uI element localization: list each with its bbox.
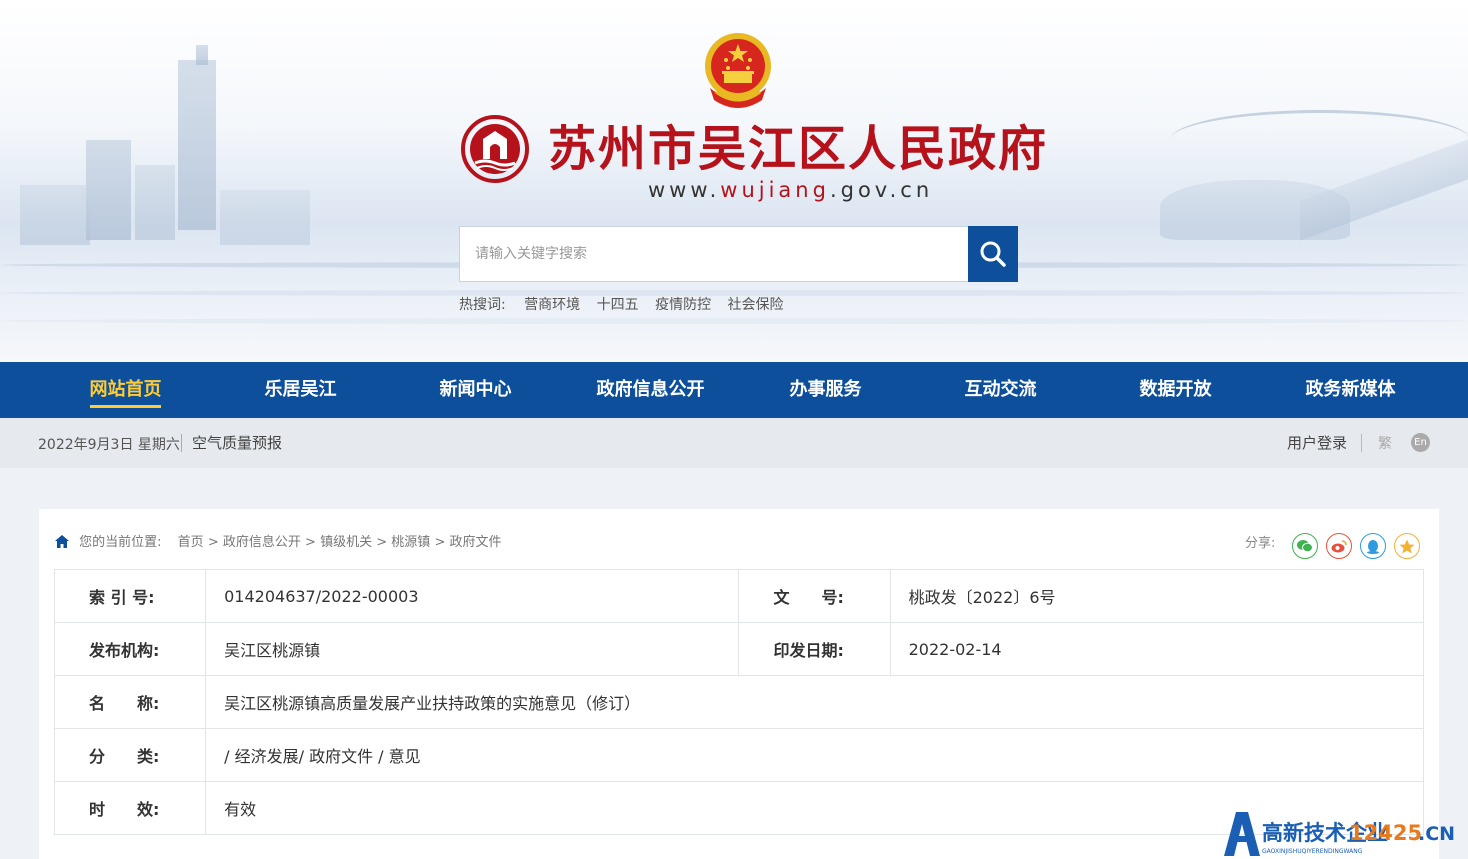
- user-login-link[interactable]: 用户登录: [1287, 432, 1347, 453]
- skyline-building: [196, 45, 208, 65]
- skyline-building: [220, 190, 310, 245]
- info-bar: 2022年9月3日 星期六 空气质量预报 用户登录 繁 En: [0, 418, 1468, 468]
- breadcrumb-link[interactable]: 桃源镇: [391, 535, 430, 550]
- meta-key: 时 效:: [53, 781, 207, 835]
- hot-word-link[interactable]: 社会保险: [728, 297, 784, 313]
- table-row: 时 效: 有效: [53, 781, 1424, 835]
- share-icons: [1292, 533, 1428, 559]
- hot-search: 热搜词: 营商环境 十四五 疫情防控 社会保险: [459, 294, 796, 314]
- nav-item-new-media[interactable]: 政务新媒体: [1263, 362, 1438, 418]
- share-weibo-button[interactable]: [1326, 533, 1352, 559]
- home-icon: [55, 535, 69, 548]
- wechat-icon: [1297, 540, 1313, 553]
- meta-key: 索 引 号:: [53, 569, 207, 623]
- nav-item-news[interactable]: 新闻中心: [388, 362, 563, 418]
- skyline-building: [20, 185, 90, 245]
- breadcrumb-separator: >: [434, 535, 446, 550]
- skyline-building: [135, 165, 175, 240]
- breadcrumb-link[interactable]: 政府文件: [449, 535, 501, 550]
- nav-item-home[interactable]: 网站首页: [38, 362, 213, 418]
- meta-key: 文 号:: [738, 569, 891, 623]
- meta-key: 分 类:: [53, 728, 207, 782]
- water-wave: [0, 318, 1468, 324]
- search-icon: [980, 241, 1006, 267]
- table-row: 分 类: / 经济发展/ 政府文件 / 意见: [53, 728, 1424, 782]
- meta-key: 发布机构:: [53, 622, 207, 676]
- nav-item-gov-info[interactable]: 政府信息公开: [563, 362, 738, 418]
- share-label: 分享:: [1245, 536, 1276, 551]
- breadcrumb-link[interactable]: 政府信息公开: [223, 535, 301, 550]
- wujiang-logo-icon: [461, 115, 529, 183]
- share-wechat-button[interactable]: [1292, 533, 1318, 559]
- meta-key: 印发日期:: [738, 622, 891, 676]
- divider: [181, 434, 182, 452]
- share-favorite-button[interactable]: [1394, 533, 1420, 559]
- hot-word-link[interactable]: 疫情防控: [655, 297, 711, 313]
- current-date: 2022年9月3日 星期六: [38, 437, 180, 453]
- meta-value: / 经济发展/ 政府文件 / 意见: [205, 728, 1424, 782]
- meta-value: 吴江区桃源镇: [205, 622, 740, 676]
- divider: [1361, 434, 1362, 452]
- meta-key: 名 称:: [53, 675, 207, 729]
- nav-item-services[interactable]: 办事服务: [738, 362, 913, 418]
- table-row: 名 称: 吴江区桃源镇高质量发展产业扶持政策的实施意见（修订）: [53, 675, 1424, 729]
- site-url-domain: wujiang: [720, 178, 830, 202]
- search-input[interactable]: 请输入关键字搜索: [459, 226, 969, 282]
- table-row: 索 引 号: 014204637/2022-00003 文 号: 桃政发〔202…: [53, 569, 1425, 623]
- nav-item-open-data[interactable]: 数据开放: [1088, 362, 1263, 418]
- breadcrumb-separator: >: [376, 535, 388, 550]
- header-banner: 苏州市吴江区人民政府 www.wujiang.gov.cn 请输入关键字搜索 热…: [0, 0, 1468, 362]
- breadcrumb-link[interactable]: 首页: [178, 535, 204, 550]
- meta-value: 2022-02-14: [889, 622, 1425, 676]
- site-url-suffix: .gov.cn: [829, 178, 934, 202]
- meta-value: 桃政发〔2022〕6号: [889, 569, 1425, 623]
- share-qq-button[interactable]: [1360, 533, 1386, 559]
- english-toggle[interactable]: En: [1411, 433, 1430, 452]
- traditional-chinese-toggle[interactable]: 繁: [1378, 433, 1392, 453]
- hot-search-label: 热搜词:: [459, 297, 506, 313]
- site-title: 苏州市吴江区人民政府: [548, 121, 1049, 177]
- skyline-building: [86, 140, 131, 240]
- watermark-tld: .CN: [1418, 823, 1455, 845]
- star-icon: [1399, 539, 1415, 553]
- watermark-logo: 高新技术企业 12425 .CN GAOXINJISHUQIYERENDINGW…: [1224, 812, 1455, 856]
- content-panel: 您的当前位置: 首页 > 政府信息公开 > 镇级机关 > 桃源镇 > 政府文件 …: [39, 509, 1439, 859]
- document-meta-table: 索 引 号: 014204637/2022-00003 文 号: 桃政发〔202…: [53, 569, 1425, 835]
- watermark-sub: GAOXINJISHUQIYERENDINGWANG: [1262, 848, 1363, 855]
- search-button[interactable]: [968, 226, 1018, 282]
- national-emblem-icon: [705, 33, 771, 108]
- breadcrumb-separator: >: [207, 535, 219, 550]
- site-url: www.wujiang.gov.cn: [648, 178, 933, 202]
- meta-value: 吴江区桃源镇高质量发展产业扶持政策的实施意见（修订）: [205, 675, 1424, 729]
- weibo-icon: [1331, 540, 1347, 553]
- nav-item-interaction[interactable]: 互动交流: [913, 362, 1088, 418]
- site-url-prefix: www.: [648, 178, 721, 202]
- skyline-building: [178, 60, 216, 230]
- hot-word-link[interactable]: 十四五: [597, 297, 639, 313]
- table-row: 发布机构: 吴江区桃源镇 印发日期: 2022-02-14: [53, 622, 1425, 676]
- main-nav: 网站首页 乐居吴江 新闻中心 政府信息公开 办事服务 互动交流 数据开放 政务新…: [0, 362, 1468, 418]
- nav-item-living[interactable]: 乐居吴江: [213, 362, 388, 418]
- breadcrumb-label: 您的当前位置:: [79, 535, 162, 550]
- air-quality-link[interactable]: 空气质量预报: [192, 432, 282, 453]
- qq-icon: [1367, 539, 1379, 554]
- meta-value: 014204637/2022-00003: [205, 569, 740, 623]
- watermark-number: 12425: [1349, 821, 1422, 845]
- breadcrumb: 您的当前位置: 首页 > 政府信息公开 > 镇级机关 > 桃源镇 > 政府文件: [55, 531, 502, 550]
- hot-word-link[interactable]: 营商环境: [524, 297, 580, 313]
- breadcrumb-link[interactable]: 镇级机关: [320, 535, 372, 550]
- breadcrumb-separator: >: [305, 535, 316, 550]
